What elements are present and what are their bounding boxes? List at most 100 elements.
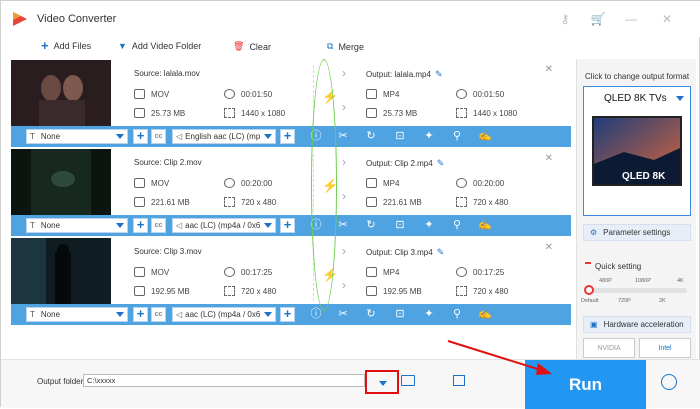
resolution-icon [456, 286, 467, 296]
nvidia-option[interactable]: NVIDIA [583, 338, 635, 358]
effects-icon[interactable]: ✦ [422, 307, 436, 321]
file-row[interactable]: Source: Clip 3.mov MOV 00:17:25 192.95 M… [11, 238, 571, 326]
watermark-icon[interactable]: ⚲ [450, 218, 464, 232]
edit-icon[interactable]: ✎ [437, 247, 445, 257]
add-audio-button[interactable]: + [280, 218, 295, 233]
key-icon[interactable]: ⚷ [557, 11, 573, 27]
subtitle-value: None [40, 132, 61, 141]
source-format-value: MOV [151, 89, 170, 99]
cut-icon[interactable]: ✂ [336, 129, 350, 143]
cart-icon[interactable]: 🛒 [590, 11, 606, 27]
add-files-label: Add Files [53, 41, 92, 51]
format-name: QLED 8K TVs [604, 93, 667, 104]
crop-icon[interactable]: ⊡ [393, 307, 407, 321]
rotate-icon[interactable]: ↻ [364, 218, 378, 232]
output-resolution-value: 720 x 480 [473, 197, 509, 207]
file-icon [134, 197, 145, 207]
subtitle-select[interactable]: T None [26, 218, 128, 233]
video-thumbnail[interactable] [11, 60, 111, 126]
dropdown-arrow-icon [676, 96, 684, 101]
cc-icon[interactable]: cc [151, 218, 166, 233]
app-window: Video Converter ⚷ 🛒 — ✕ + Add Files ▼ Ad… [0, 0, 700, 409]
video-thumbnail[interactable] [11, 149, 111, 215]
subtitle-value: None [40, 221, 61, 230]
crop-icon[interactable]: ⊡ [393, 218, 407, 232]
settings-icon: ⚙ [590, 228, 598, 237]
source-size-value: 192.95 MB [151, 286, 190, 296]
watermark-icon[interactable]: ⚲ [450, 129, 464, 143]
cut-icon[interactable]: ✂ [336, 218, 350, 232]
add-files-button[interactable]: + Add Files [41, 39, 92, 52]
text-icon: T [30, 221, 35, 230]
file-row[interactable]: Source: lalala.mov MOV 00:01:50 25.73 MB… [11, 60, 571, 148]
add-subtitle-button[interactable]: + [133, 129, 148, 144]
output-format: MP4 [366, 178, 399, 188]
chevron-right-icon: › [342, 244, 346, 258]
effects-icon[interactable]: ✦ [422, 129, 436, 143]
add-audio-button[interactable]: + [280, 307, 295, 322]
rotate-icon[interactable]: ↻ [364, 307, 378, 321]
file-row[interactable]: Source: Clip 2.mov MOV 00:20:00 221.61 M… [11, 149, 571, 237]
minimize-icon[interactable]: — [623, 11, 639, 27]
add-subtitle-button[interactable]: + [133, 307, 148, 322]
format-hint: Click to change output format [585, 72, 690, 81]
clear-button[interactable]: 🗑 Clear [233, 41, 271, 52]
quality-slider-handle[interactable] [584, 285, 594, 295]
subtitle-edit-icon[interactable]: ✍ [478, 129, 492, 143]
subtitle-edit-icon[interactable]: ✍ [478, 307, 492, 321]
film-icon [134, 89, 145, 99]
effects-icon[interactable]: ✦ [422, 218, 436, 232]
cc-icon[interactable]: cc [151, 129, 166, 144]
dropdown-arrow-icon [264, 223, 272, 228]
subtitle-edit-icon[interactable]: ✍ [478, 218, 492, 232]
source-duration-value: 00:20:00 [241, 178, 273, 188]
remove-file-icon[interactable]: ✕ [545, 64, 553, 75]
audio-track-select[interactable]: ◁ English aac (LC) (mp [172, 129, 276, 144]
remove-file-icon[interactable]: ✕ [545, 153, 553, 164]
hardware-acceleration-button[interactable]: ▣ Hardware acceleration [583, 316, 691, 333]
dropdown-arrow-icon [264, 134, 272, 139]
app-logo-icon [13, 12, 27, 26]
edit-icon[interactable]: ✎ [435, 69, 443, 79]
film-icon [134, 178, 145, 188]
output-duration: 00:01:50 [456, 89, 504, 99]
add-subtitle-button[interactable]: + [133, 218, 148, 233]
close-icon[interactable]: ✕ [659, 11, 675, 27]
audio-track-select[interactable]: ◁ aac (LC) (mp4a / 0x6 [172, 307, 276, 322]
output-size-value: 221.61 MB [383, 197, 422, 207]
output-format-card[interactable]: QLED 8K TVs QLED 8K [583, 86, 691, 216]
rotate-icon[interactable]: ↻ [364, 129, 378, 143]
chip-icon: ▣ [590, 320, 598, 329]
edit-icon[interactable]: ✎ [437, 158, 445, 168]
add-audio-button[interactable]: + [280, 129, 295, 144]
quality-slider-track[interactable] [585, 288, 687, 293]
merge-button[interactable]: ⧉ Merge [327, 41, 364, 52]
crop-icon[interactable]: ⊡ [393, 129, 407, 143]
output-folder-input[interactable]: C:\xxxxx [83, 374, 365, 387]
chevron-right-icon: › [342, 66, 346, 80]
intel-option[interactable]: Intel [639, 338, 691, 358]
dropdown-arrow-icon [379, 381, 387, 386]
alarm-clock-icon[interactable] [661, 374, 677, 390]
app-title: Video Converter [37, 13, 117, 25]
output-folder-label: Output folder: [37, 377, 86, 386]
cut-icon[interactable]: ✂ [336, 307, 350, 321]
output-filename[interactable]: Output: Clip 2.mp4 ✎ [366, 158, 444, 169]
subtitle-select[interactable]: T None [26, 129, 128, 144]
source-size-value: 221.61 MB [151, 197, 190, 207]
open-folder-icon[interactable] [401, 375, 415, 386]
watermark-icon[interactable]: ⚲ [450, 307, 464, 321]
output-filename[interactable]: Output: Clip 3.mp4 ✎ [366, 247, 444, 258]
output-filename[interactable]: Output: lalala.mp4 ✎ [366, 69, 442, 80]
cc-icon[interactable]: cc [151, 307, 166, 322]
add-video-folder-button[interactable]: ▼ Add Video Folder [118, 41, 201, 51]
audio-track-select[interactable]: ◁ aac (LC) (mp4a / 0x6 [172, 218, 276, 233]
output-folder-dropdown[interactable] [365, 370, 399, 394]
remove-file-icon[interactable]: ✕ [545, 242, 553, 253]
text-icon: T [30, 132, 35, 141]
source-size: 192.95 MB [134, 286, 190, 296]
parameter-settings-button[interactable]: ⚙ Parameter settings [583, 224, 691, 241]
resolution-icon [456, 108, 467, 118]
subtitle-select[interactable]: T None [26, 307, 128, 322]
video-thumbnail[interactable] [11, 238, 111, 304]
